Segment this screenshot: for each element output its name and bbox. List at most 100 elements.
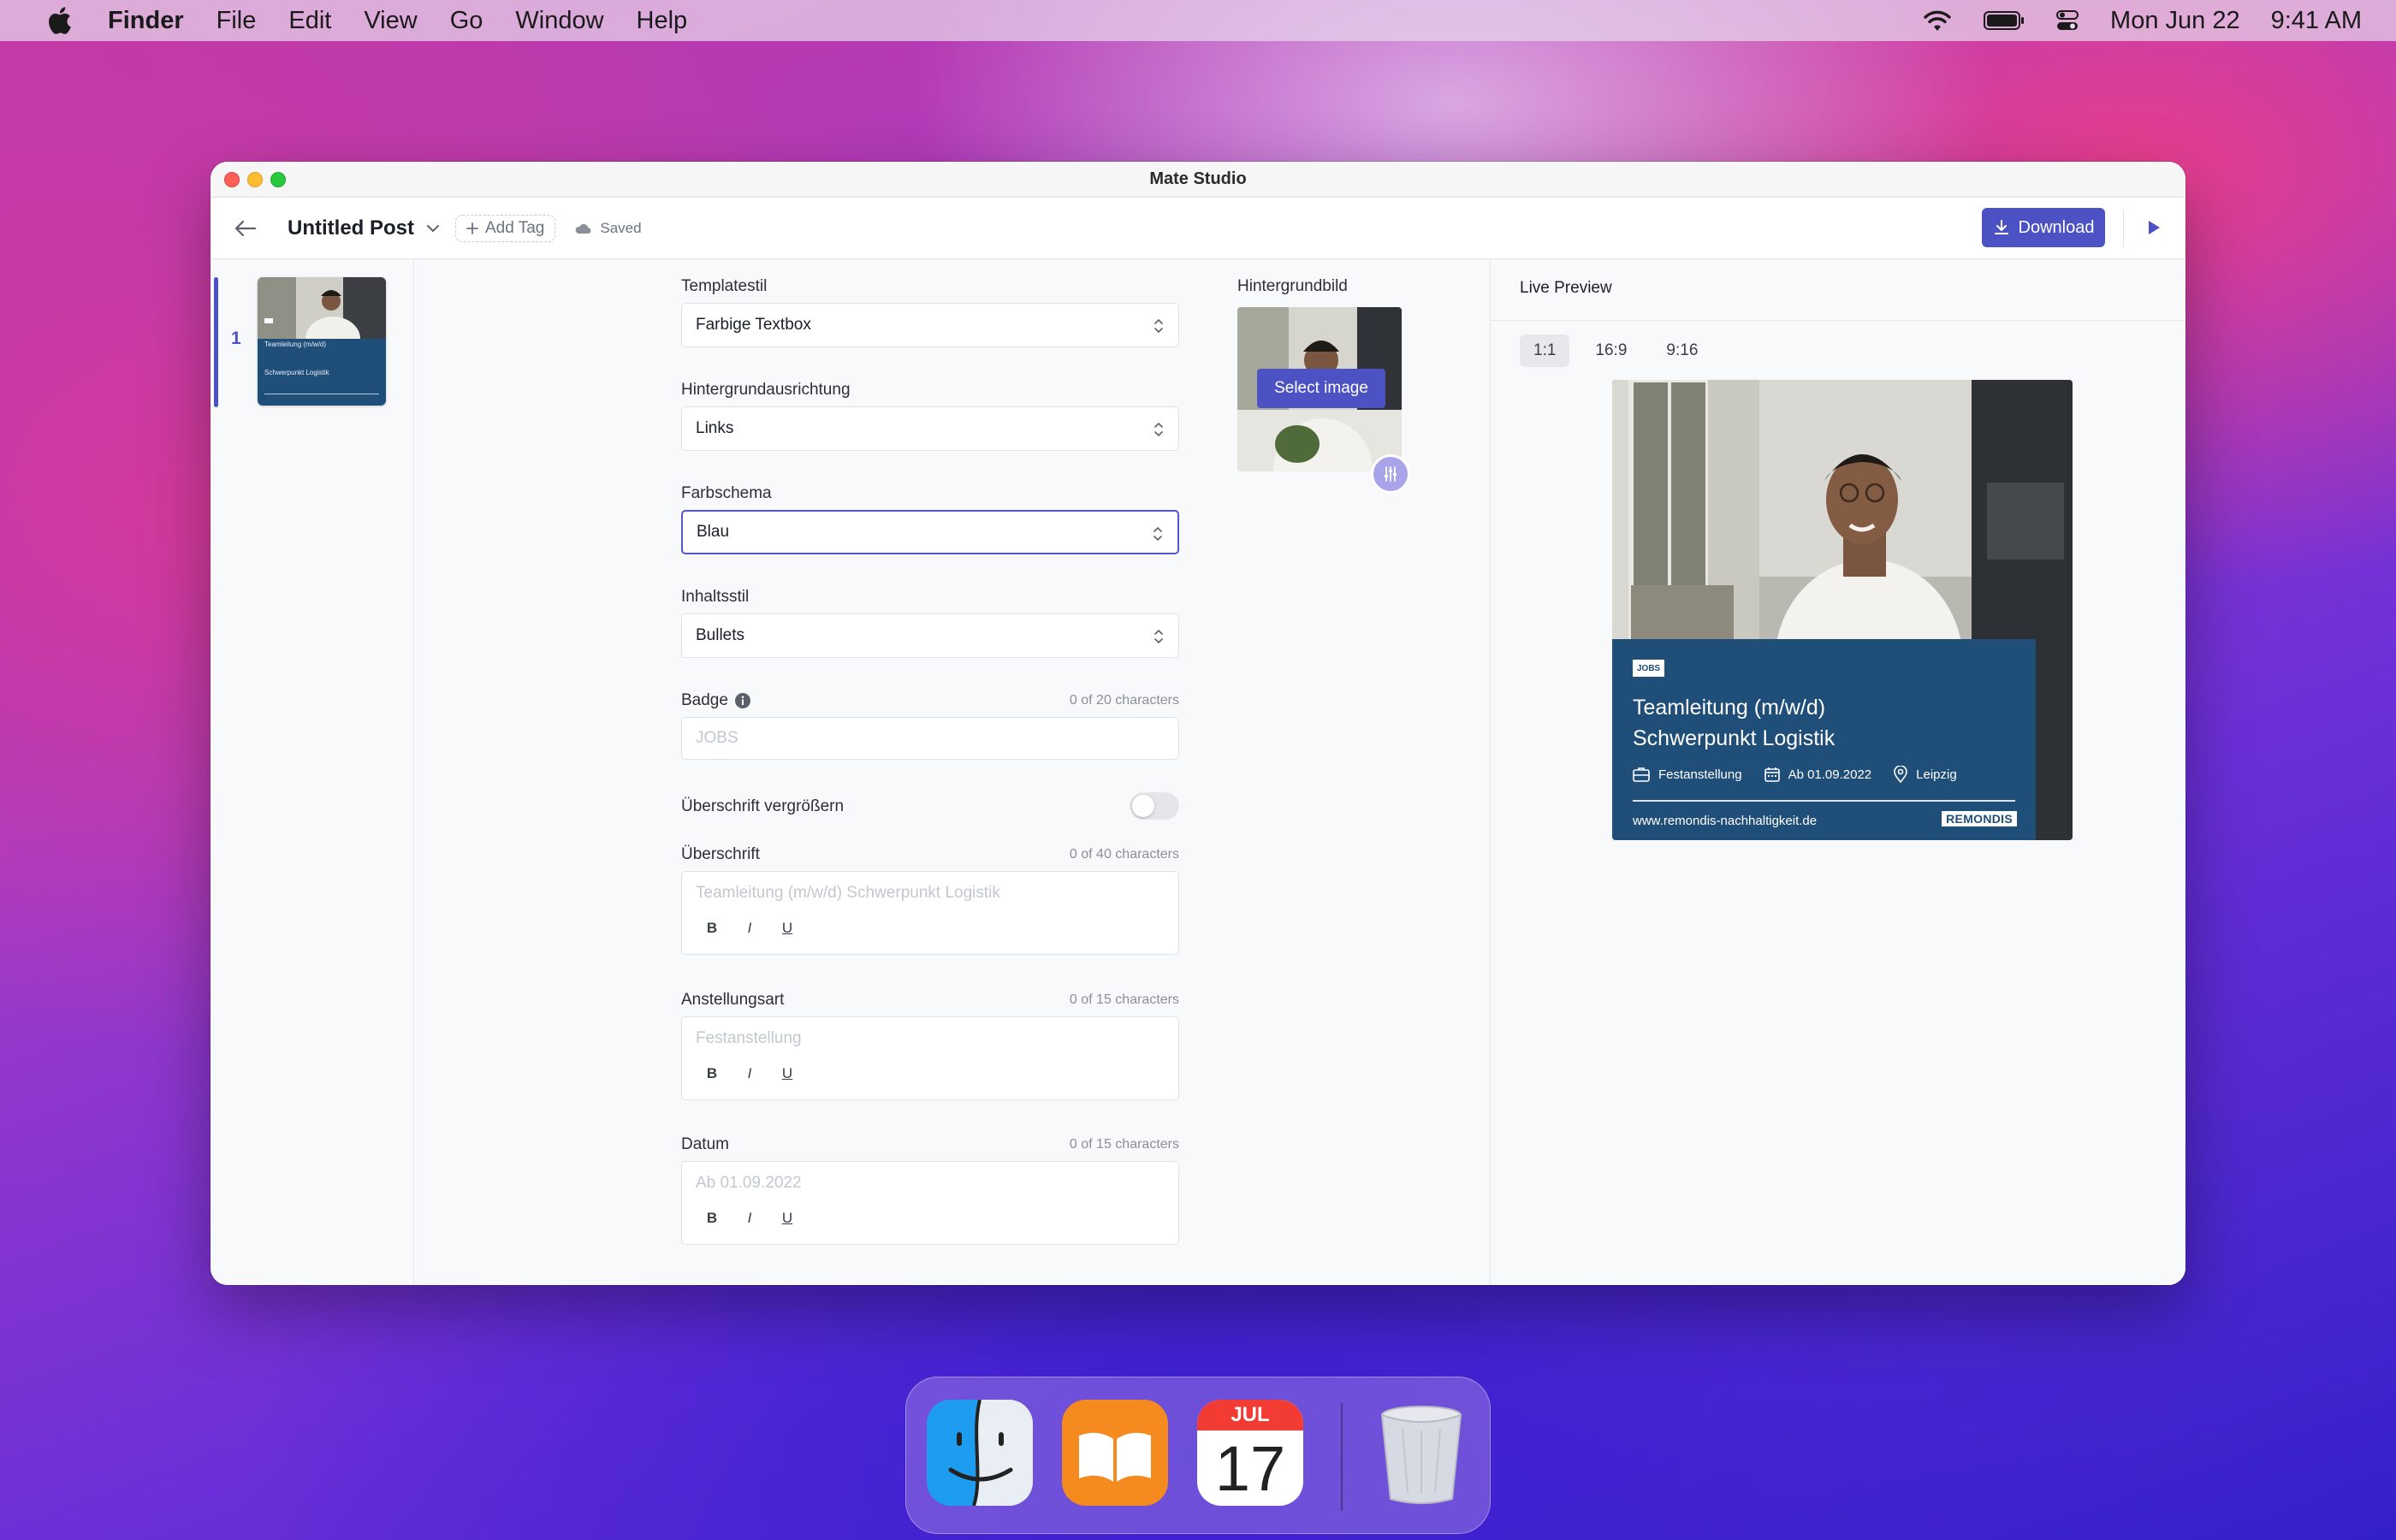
enlarge-heading-toggle[interactable] xyxy=(1130,792,1179,820)
ratio-tab-16-9[interactable]: 16:9 xyxy=(1581,335,1640,367)
color-scheme-select[interactable]: Blau xyxy=(681,510,1179,554)
dock-trash[interactable] xyxy=(1368,1400,1474,1506)
back-button[interactable] xyxy=(233,216,258,241)
bold-button[interactable]: B xyxy=(706,920,718,937)
bg-image-thumbnail[interactable]: Select image xyxy=(1237,307,1402,471)
bold-button[interactable]: B xyxy=(706,1210,718,1227)
zoom-window-button[interactable] xyxy=(270,172,286,187)
menu-file[interactable]: File xyxy=(216,7,257,35)
play-icon xyxy=(2149,221,2160,234)
books-icon xyxy=(1062,1400,1168,1506)
template-style-label: Templatestil xyxy=(681,277,768,295)
slide-thumbnail-subtitle: Schwerpunkt Logistik xyxy=(264,369,329,376)
select-arrows-icon xyxy=(1154,318,1163,334)
dock: JUL 17 xyxy=(905,1377,1491,1534)
date-input[interactable]: Ab 01.09.2022 B I U xyxy=(681,1161,1179,1245)
slide-thumbnail[interactable]: Teamleitung (m/w/d) Schwerpunkt Logistik xyxy=(258,277,386,406)
template-style-select[interactable]: Farbige Textbox xyxy=(681,303,1179,347)
post-title-dropdown[interactable] xyxy=(426,224,440,233)
dock-calendar[interactable]: JUL 17 xyxy=(1197,1400,1303,1506)
date-placeholder: Ab 01.09.2022 xyxy=(696,1174,802,1192)
battery-icon[interactable] xyxy=(1984,10,2025,31)
post-location: Leipzig xyxy=(1894,766,1957,783)
enlarge-heading-label: Überschrift vergrößern xyxy=(681,797,845,815)
badge-counter: 0 of 20 characters xyxy=(1069,693,1179,708)
slide-active-indicator xyxy=(214,277,218,407)
bg-image-label: Hintergrundbild xyxy=(1237,277,1348,295)
select-image-button[interactable]: Select image xyxy=(1257,369,1385,408)
post-employment: Festanstellung xyxy=(1633,767,1742,782)
italic-button[interactable]: I xyxy=(744,1065,756,1082)
post-date: Ab 01.09.2022 xyxy=(1764,767,1871,782)
menubar-time[interactable]: 9:41 AM xyxy=(2271,7,2362,35)
bold-button[interactable]: B xyxy=(706,1065,718,1082)
arrow-left-icon xyxy=(234,220,257,236)
minimize-window-button[interactable] xyxy=(247,172,263,187)
info-icon[interactable] xyxy=(734,692,751,709)
slides-panel: 1 Teamleitung (m/w/d) Schwerpunkt Logist… xyxy=(211,260,414,1285)
menu-app-name[interactable]: Finder xyxy=(108,7,184,35)
window-title: Mate Studio xyxy=(1149,169,1247,188)
dock-books[interactable] xyxy=(1062,1400,1168,1506)
format-toolbar: B I U xyxy=(706,920,793,937)
dock-separator xyxy=(1341,1403,1343,1511)
app-window: Mate Studio Untitled Post Add Tag Saved xyxy=(211,162,2185,1285)
underline-button[interactable]: U xyxy=(781,920,793,937)
post-divider xyxy=(1633,800,2015,802)
plus-icon xyxy=(466,222,478,234)
remondis-logo: REMONDIS xyxy=(1942,811,2017,826)
post-preview-card: JOBS Teamleitung (m/w/d) Schwerpunkt Log… xyxy=(1612,380,2073,840)
bg-alignment-value: Links xyxy=(696,419,734,437)
menu-edit[interactable]: Edit xyxy=(288,7,331,35)
image-adjust-button[interactable] xyxy=(1371,454,1410,494)
employment-type-counter: 0 of 15 characters xyxy=(1069,992,1179,1007)
select-arrows-icon xyxy=(1154,629,1163,644)
slide-thumbnail-photo xyxy=(258,277,386,339)
play-preview-button[interactable] xyxy=(2143,216,2165,239)
italic-button[interactable]: I xyxy=(744,920,756,937)
menu-go[interactable]: Go xyxy=(450,7,483,35)
cloud-icon xyxy=(576,223,591,234)
chevron-down-icon xyxy=(427,224,439,232)
select-arrows-icon xyxy=(1154,526,1162,542)
heading-counter: 0 of 40 characters xyxy=(1069,847,1179,862)
italic-button[interactable]: I xyxy=(744,1210,756,1227)
underline-button[interactable]: U xyxy=(781,1065,793,1082)
download-icon xyxy=(1994,220,2008,234)
add-tag-button[interactable]: Add Tag xyxy=(455,214,556,242)
close-window-button[interactable] xyxy=(224,172,240,187)
template-style-value: Farbige Textbox xyxy=(696,316,811,334)
slide-number: 1 xyxy=(231,329,241,348)
heading-input[interactable]: Teamleitung (m/w/d) Schwerpunkt Logistik… xyxy=(681,871,1179,955)
employment-type-input[interactable]: Festanstellung B I U xyxy=(681,1016,1179,1100)
briefcase-icon xyxy=(1633,767,1650,782)
post-title[interactable]: Untitled Post xyxy=(288,216,414,240)
editor-toolbar: Untitled Post Add Tag Saved Download xyxy=(211,198,2185,259)
ratio-tab-9-16[interactable]: 9:16 xyxy=(1652,335,1711,367)
format-toolbar: B I U xyxy=(706,1065,793,1082)
apple-logo-icon[interactable] xyxy=(46,6,72,35)
ratio-tab-1-1[interactable]: 1:1 xyxy=(1520,335,1570,367)
location-pin-icon xyxy=(1894,766,1907,783)
add-tag-label: Add Tag xyxy=(485,218,545,237)
download-button[interactable]: Download xyxy=(1982,208,2105,247)
status-area: Mon Jun 22 9:41 AM xyxy=(1922,7,2362,35)
underline-button[interactable]: U xyxy=(781,1210,793,1227)
aspect-ratio-tabs: 1:1 16:9 9:16 xyxy=(1520,335,1711,367)
bg-alignment-select[interactable]: Links xyxy=(681,406,1179,451)
menu-window[interactable]: Window xyxy=(515,7,603,35)
badge-input[interactable]: JOBS xyxy=(681,717,1179,760)
content-style-select[interactable]: Bullets xyxy=(681,613,1179,658)
menu-help[interactable]: Help xyxy=(637,7,688,35)
format-toolbar: B I U xyxy=(706,1210,793,1227)
control-center-icon[interactable] xyxy=(2055,9,2079,33)
bg-alignment-label: Hintergrundausrichtung xyxy=(681,381,851,399)
save-status: Saved xyxy=(574,220,642,237)
dock-finder[interactable] xyxy=(927,1400,1033,1506)
menu-view[interactable]: View xyxy=(364,7,417,35)
toolbar-divider xyxy=(2123,210,2124,247)
menubar-date[interactable]: Mon Jun 22 xyxy=(2110,7,2240,35)
wifi-icon[interactable] xyxy=(1922,9,1953,33)
badge-label: Badge xyxy=(681,691,728,709)
window-titlebar: Mate Studio xyxy=(211,162,2185,198)
